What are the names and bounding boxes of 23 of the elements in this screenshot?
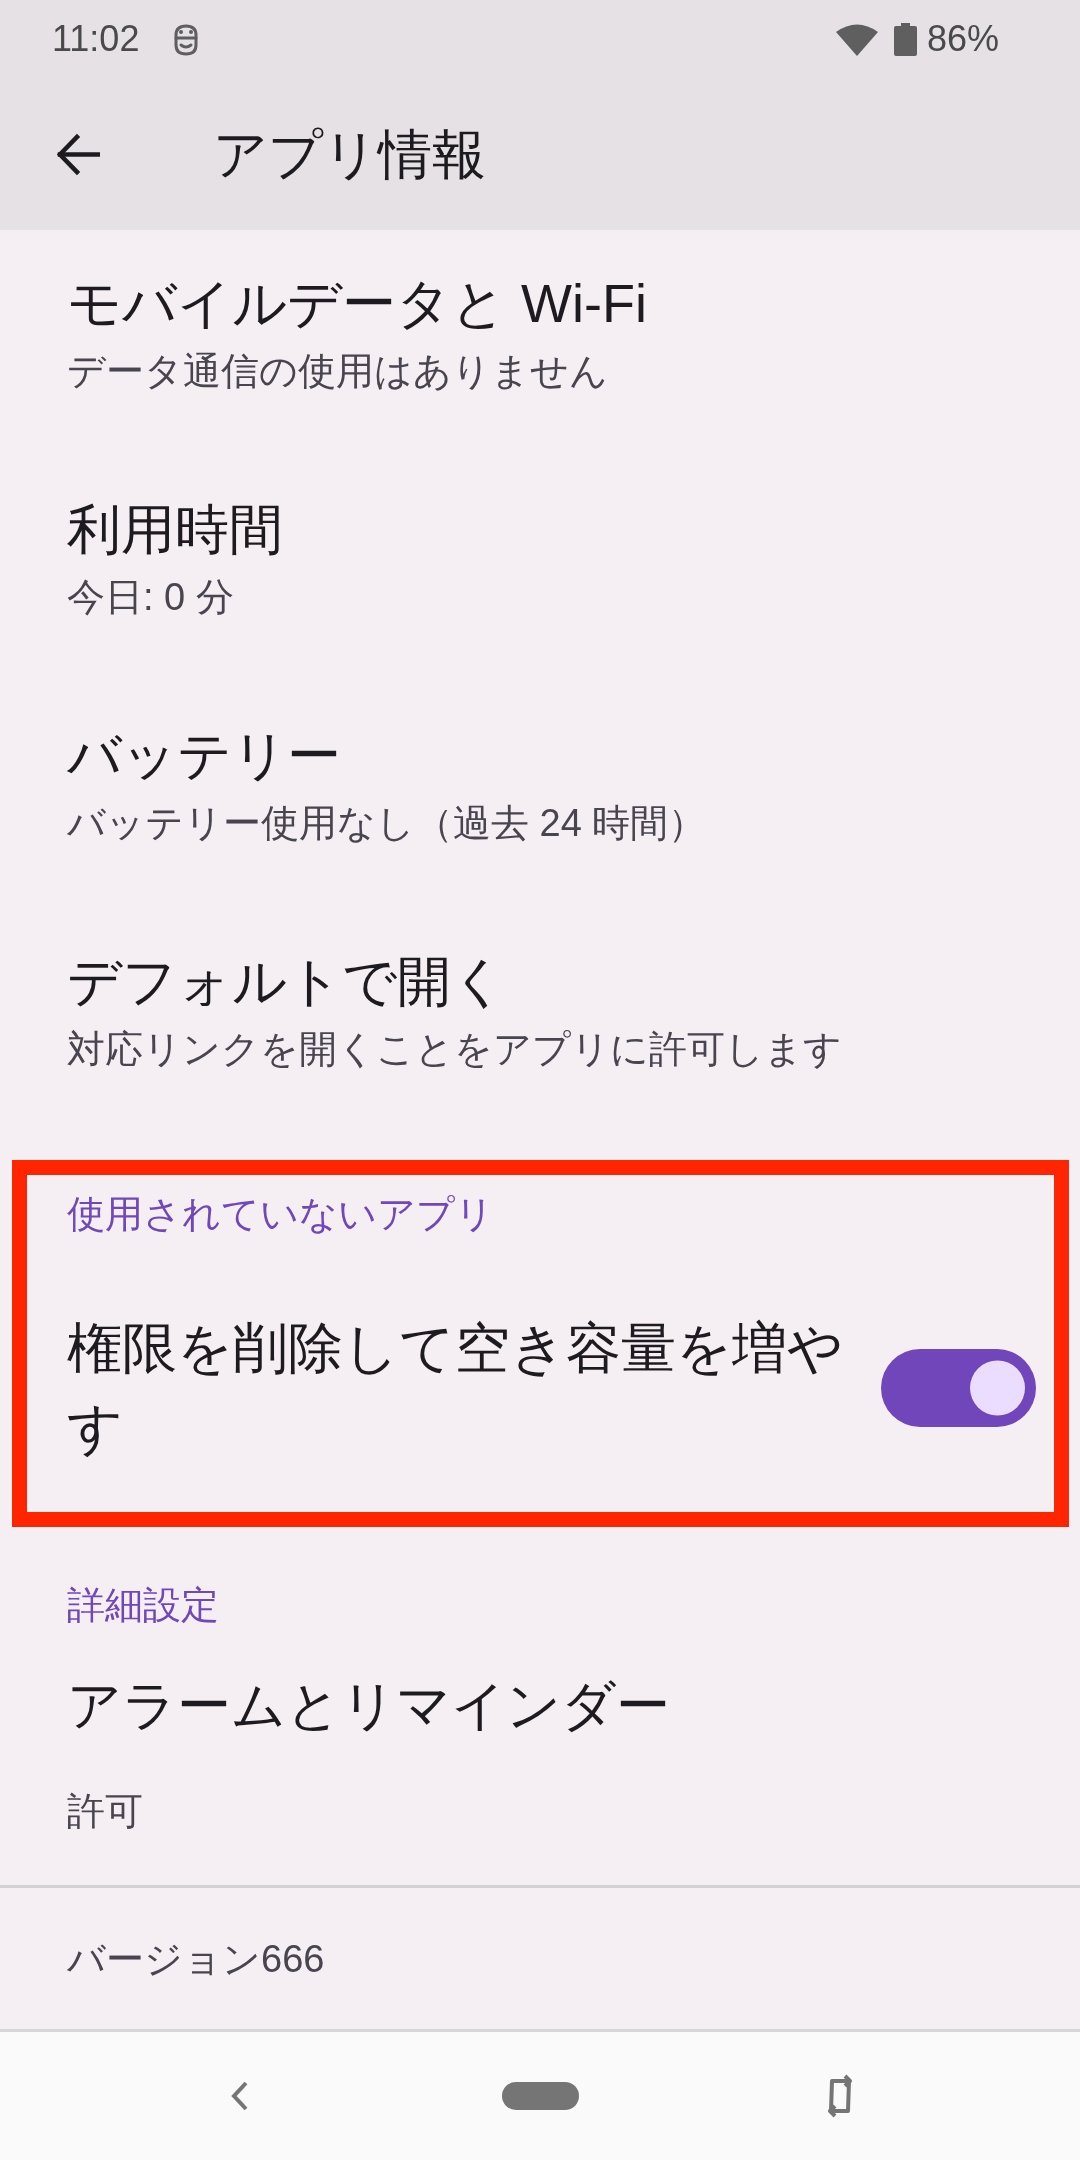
battery-percent: 86% [926,18,999,60]
setting-title[interactable]: 利用時間 [67,497,1013,561]
setting-title[interactable]: バッテリー [67,723,1013,787]
back-icon[interactable] [231,2081,249,2111]
setting-summary: バッテリー使用なし（過去 24 時間） [67,801,708,846]
setting-title[interactable]: 権限を削除して空き容量を増やす [67,1308,859,1468]
rotate-icon[interactable] [825,2073,855,2119]
home-handle-icon[interactable] [501,2082,579,2110]
wifi-icon [835,22,878,56]
setting-summary: 許可 [67,1789,144,1834]
robot-head-icon [173,22,200,56]
section-header: 詳細設定 [66,1583,220,1628]
battery-icon [893,22,917,56]
section-header: 使用されていないアプリ [66,1192,495,1237]
setting-title[interactable]: デフォルトで開く [67,949,1013,1013]
setting-summary: データ通信の使用はありません [67,349,609,394]
setting-title[interactable]: アラームとリマインダー [67,1673,1013,1737]
setting-title[interactable]: モバイルデータと Wi-Fi [67,271,1013,335]
screen-title: アプリ情報 [213,123,486,186]
setting-summary: 今日: 0 分 [67,575,235,620]
version-text: バージョン666 [67,1936,325,1982]
status-time: 11:02 [52,18,140,60]
setting-summary: 対応リンクを開くことをアプリに許可します [67,1027,843,1072]
